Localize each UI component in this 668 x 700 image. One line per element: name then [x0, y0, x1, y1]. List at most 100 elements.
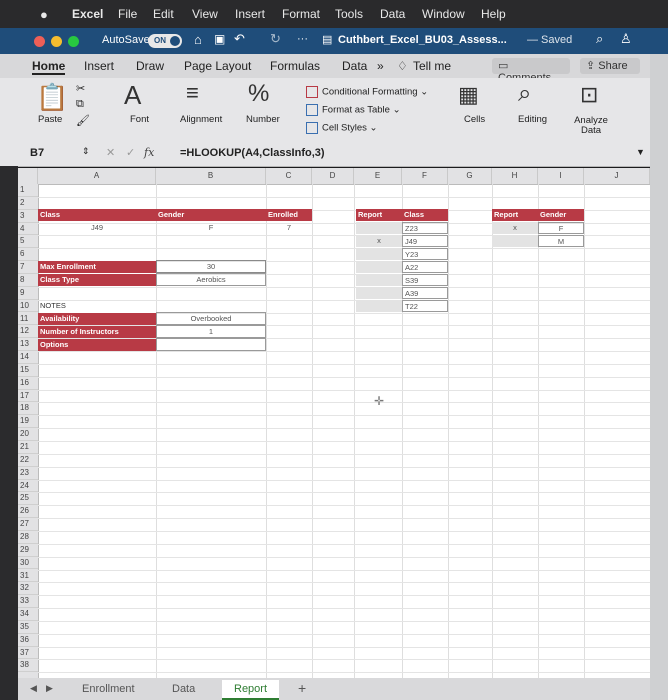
cell-a11[interactable]: Availability	[38, 313, 156, 325]
cell-e5[interactable]: x	[356, 235, 402, 247]
cell-a7[interactable]: Max Enrollment	[38, 261, 156, 273]
close-window-button[interactable]	[34, 36, 45, 47]
menu-view[interactable]: View	[192, 7, 218, 21]
column-header[interactable]: D	[312, 168, 354, 184]
column-header[interactable]: I	[538, 168, 584, 184]
cell-h5[interactable]	[492, 235, 538, 247]
cell-a10[interactable]: NOTES	[40, 300, 158, 312]
cell-e8[interactable]	[356, 274, 402, 286]
column-header[interactable]: C	[266, 168, 312, 184]
row-header[interactable]: 8	[18, 274, 38, 287]
cell-h4[interactable]: x	[492, 222, 538, 234]
cell-b8[interactable]: Aerobics	[156, 273, 266, 286]
row-header[interactable]: 16	[18, 377, 38, 390]
row-header[interactable]: 15	[18, 364, 38, 377]
enter-icon[interactable]: ✓	[126, 146, 135, 159]
column-header[interactable]: J	[584, 168, 650, 184]
format-painter-icon[interactable]: 🖌	[76, 114, 90, 127]
add-sheet-button[interactable]: +	[298, 680, 306, 696]
scroll-left-icon[interactable]: ◀	[30, 683, 37, 694]
cell-i3[interactable]: Gender	[538, 209, 584, 221]
row-header[interactable]: 18	[18, 402, 38, 416]
cell-f4[interactable]: Z23	[402, 222, 448, 234]
more-icon[interactable]: ···	[297, 33, 308, 45]
cell-b3[interactable]: Gender	[156, 209, 266, 221]
more-tabs-icon[interactable]: »	[377, 59, 384, 73]
row-header[interactable]: 2	[18, 197, 38, 210]
cell-b4[interactable]: F	[156, 222, 266, 234]
cell-i4[interactable]: F	[538, 222, 584, 234]
cell-a13[interactable]: Options	[38, 339, 156, 351]
apple-icon[interactable]: ●	[40, 7, 48, 22]
row-header[interactable]: 1	[18, 184, 38, 197]
menu-file[interactable]: File	[118, 7, 137, 21]
cancel-icon[interactable]: ✕	[106, 146, 115, 159]
tab-formulas[interactable]: Formulas	[270, 59, 320, 73]
row-header[interactable]: 36	[18, 634, 38, 647]
sheet-tab-data[interactable]: Data	[172, 683, 195, 695]
name-box-stepper-icon[interactable]: ⇕	[82, 146, 90, 157]
row-header[interactable]: 19	[18, 415, 38, 429]
cell-b13[interactable]	[156, 338, 266, 351]
cell-f7[interactable]: A22	[402, 261, 448, 273]
column-header[interactable]: H	[492, 168, 538, 184]
comments-button[interactable]: ▭ Comments	[492, 58, 570, 84]
saved-status[interactable]: — Saved	[527, 34, 572, 46]
cell-b12[interactable]: 1	[156, 325, 266, 338]
cell-grid[interactable]: Class Gender Enrolled J49 F 7 Max Enroll…	[38, 184, 650, 678]
select-all-corner[interactable]	[18, 168, 38, 184]
cells-icon[interactable]: ▦	[458, 82, 479, 108]
menu-format[interactable]: Format	[282, 7, 320, 21]
redo-icon[interactable]: ↻	[270, 31, 281, 47]
insert-function-icon[interactable]: fx	[144, 146, 154, 159]
row-header[interactable]: 4	[18, 223, 38, 236]
scroll-right-icon[interactable]: ▶	[46, 683, 53, 694]
row-header[interactable]: 34	[18, 608, 38, 621]
cell-f3[interactable]: Class	[402, 209, 448, 221]
editing-icon[interactable]: ⌕	[518, 80, 531, 108]
cell-f6[interactable]: Y23	[402, 248, 448, 260]
row-header[interactable]: 14	[18, 351, 38, 364]
formula-input[interactable]: =HLOOKUP(A4,ClassInfo,3)	[180, 147, 325, 159]
row-header[interactable]: 5	[18, 235, 38, 249]
cell-e6[interactable]	[356, 248, 402, 260]
save-icon[interactable]: ▣	[214, 32, 225, 46]
cell-f10[interactable]: T22	[402, 300, 448, 312]
row-header[interactable]: 31	[18, 570, 38, 583]
name-box[interactable]: B7	[30, 147, 44, 159]
row-header[interactable]: 27	[18, 518, 38, 531]
cut-icon[interactable]: ✂	[76, 82, 85, 95]
cell-e4[interactable]	[356, 222, 402, 234]
cell-e3[interactable]: Report	[356, 209, 402, 221]
tab-page-layout[interactable]: Page Layout	[184, 59, 251, 73]
row-header[interactable]: 9	[18, 287, 38, 300]
row-header[interactable]: 37	[18, 647, 38, 660]
analyze-data-icon[interactable]: ⊡	[580, 82, 598, 108]
cell-c4[interactable]: 7	[266, 222, 312, 234]
row-header[interactable]: 26	[18, 505, 38, 519]
row-header[interactable]: 24	[18, 480, 38, 493]
row-header[interactable]: 22	[18, 454, 38, 467]
row-header[interactable]: 17	[18, 390, 38, 403]
menu-window[interactable]: Window	[422, 7, 465, 21]
cell-styles-button[interactable]: Cell Styles ⌄	[306, 122, 377, 134]
copy-icon[interactable]: ⧉	[76, 98, 84, 111]
account-icon[interactable]: ♙	[620, 31, 632, 47]
row-header[interactable]: 13	[18, 338, 38, 352]
cell-a4[interactable]: J49	[38, 222, 156, 234]
cell-e10[interactable]	[356, 300, 402, 312]
column-header[interactable]: B	[156, 168, 266, 184]
column-header[interactable]: F	[402, 168, 448, 184]
cell-a8[interactable]: Class Type	[38, 274, 156, 286]
tab-data[interactable]: Data	[342, 59, 367, 73]
tab-draw[interactable]: Draw	[136, 59, 164, 73]
number-format-icon[interactable]: %	[248, 80, 269, 108]
row-header[interactable]: 3	[18, 210, 38, 223]
expand-formula-icon[interactable]: ▼	[636, 147, 645, 157]
cell-f9[interactable]: A39	[402, 287, 448, 299]
menu-insert[interactable]: Insert	[235, 7, 265, 21]
tab-home[interactable]: Home	[32, 59, 66, 75]
row-header[interactable]: 12	[18, 325, 38, 339]
cell-f5[interactable]: J49	[402, 235, 448, 247]
home-icon[interactable]: ⌂	[194, 32, 202, 47]
